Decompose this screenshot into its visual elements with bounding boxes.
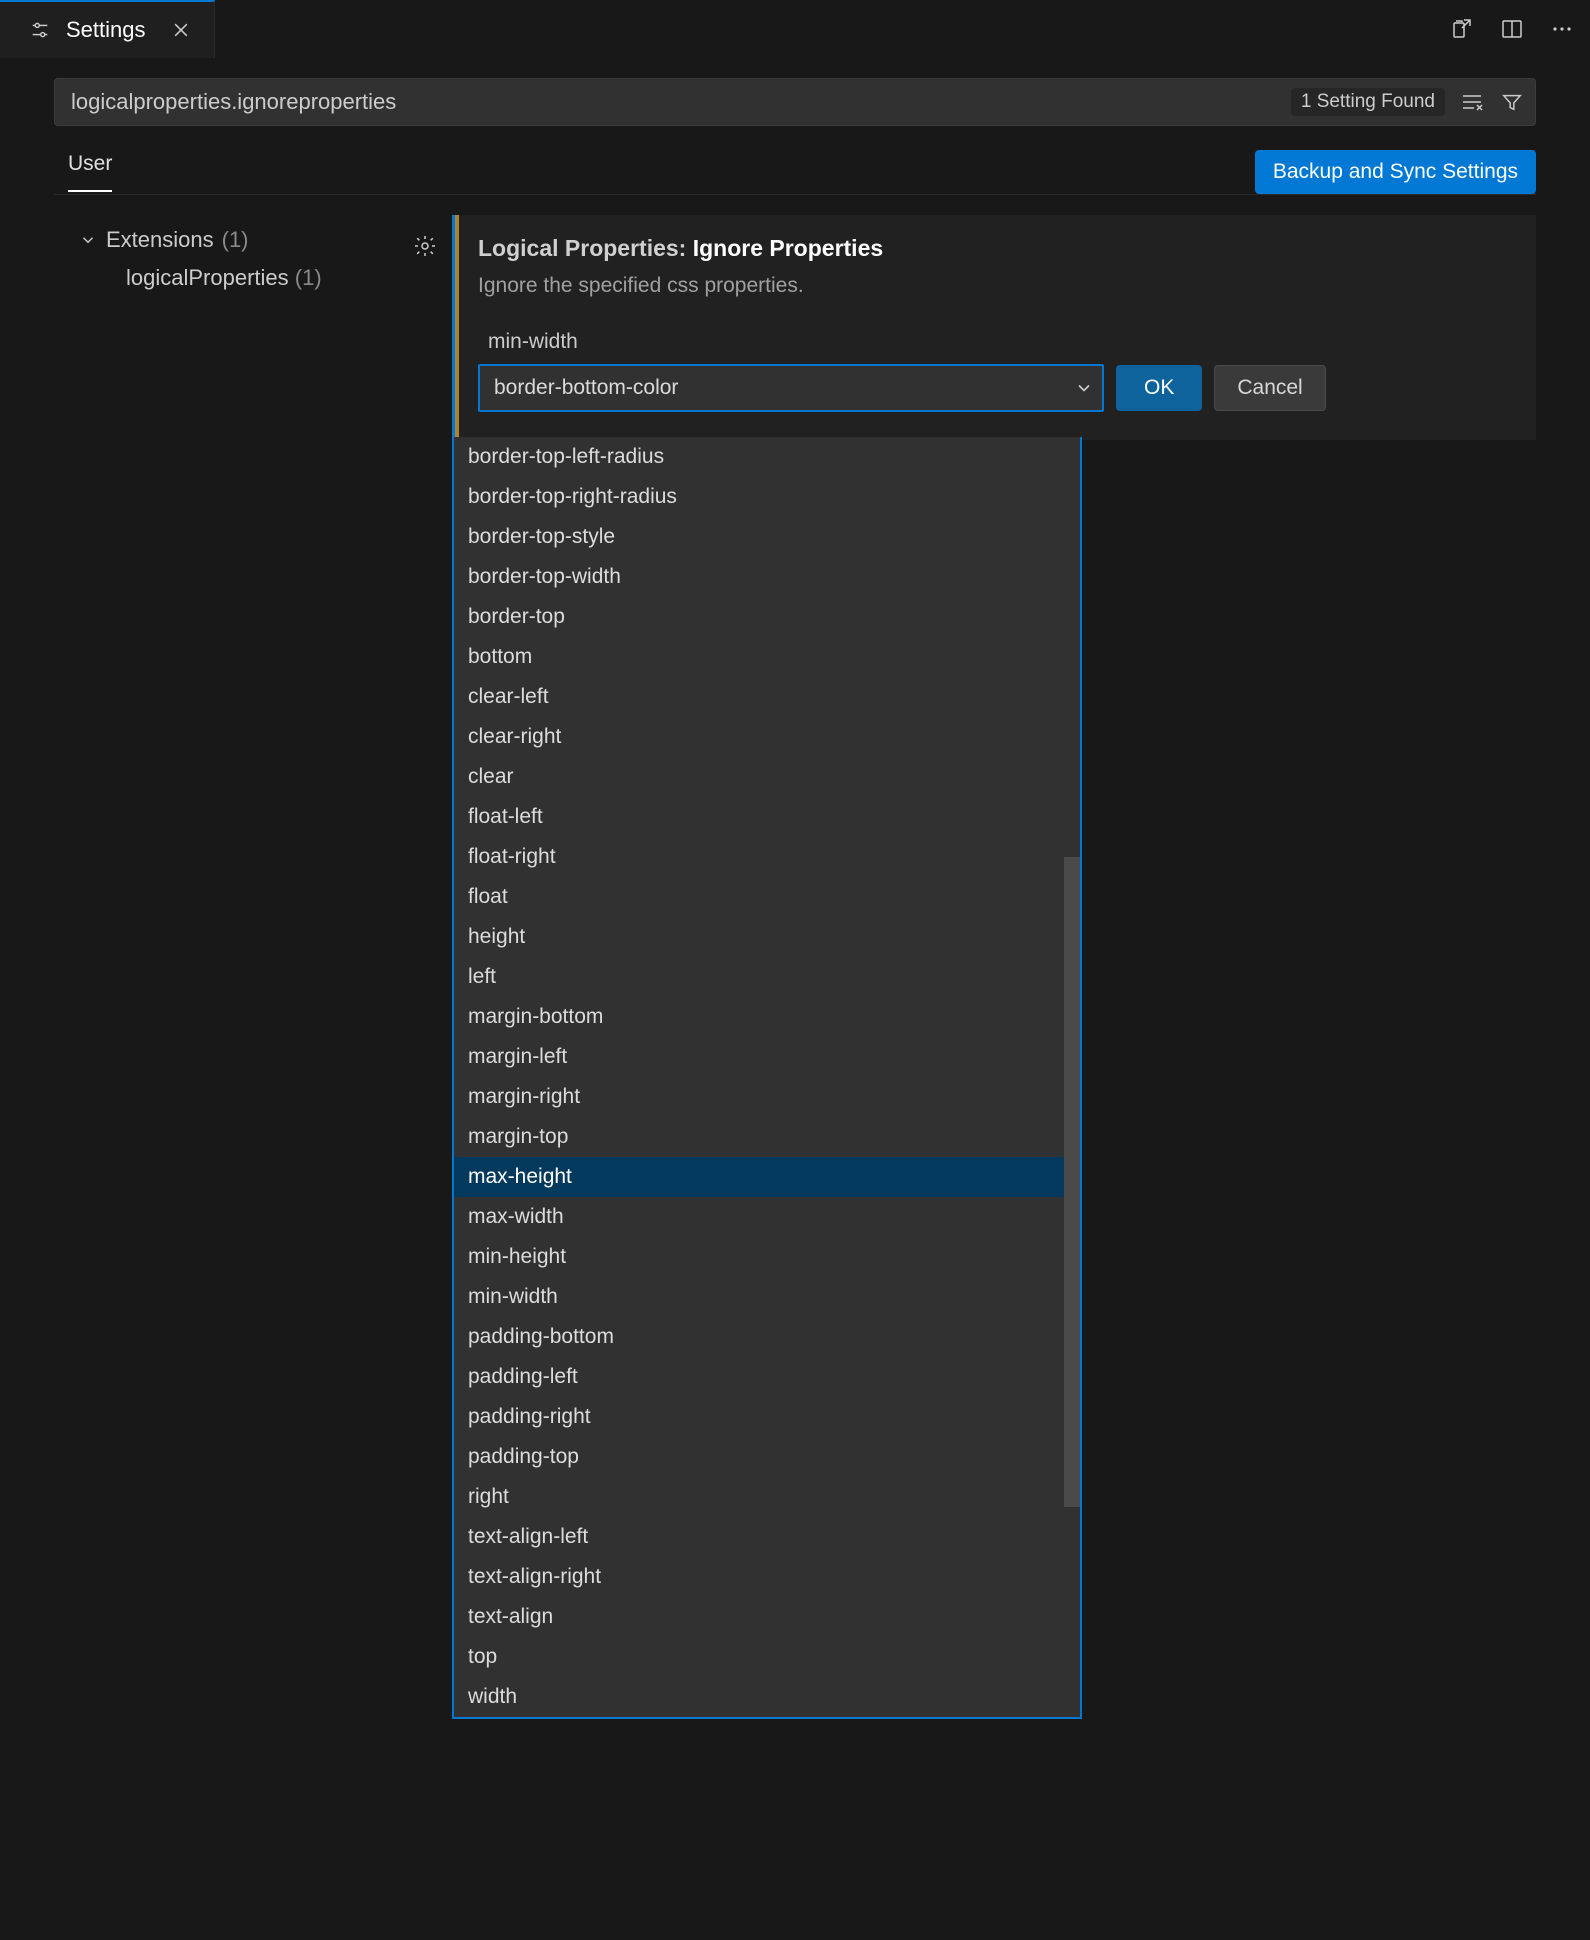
tree-item-count: (1) (295, 265, 322, 290)
more-actions-icon[interactable] (1548, 15, 1576, 43)
settings-tab[interactable]: Settings (0, 0, 215, 58)
dropdown-option[interactable]: float (454, 877, 1080, 917)
dropdown-option[interactable]: margin-left (454, 1037, 1080, 1077)
tab-label: Settings (66, 17, 146, 43)
close-icon[interactable] (168, 17, 194, 43)
dropdown-option[interactable]: min-height (454, 1237, 1080, 1277)
dropdown-option[interactable]: max-height (454, 1157, 1080, 1197)
gear-icon[interactable] (412, 233, 438, 259)
scope-divider (54, 194, 1536, 195)
dropdown-option[interactable]: border-top-right-radius (454, 477, 1080, 517)
dropdown-option[interactable]: text-align (454, 1597, 1080, 1637)
dropdown-option[interactable]: text-align-right (454, 1557, 1080, 1597)
dropdown-option[interactable]: padding-right (454, 1397, 1080, 1437)
tab-actions (1448, 0, 1576, 58)
dropdown-option[interactable]: text-align-left (454, 1517, 1080, 1557)
dropdown-option[interactable]: width (454, 1677, 1080, 1717)
split-editor-icon[interactable] (1498, 15, 1526, 43)
dropdown-option[interactable]: float-right (454, 837, 1080, 877)
search-result-badge: 1 Setting Found (1291, 88, 1445, 116)
settings-tree: Extensions (1) logicalProperties (1) (54, 215, 398, 440)
chevron-down-icon (78, 231, 98, 249)
filter-icon[interactable] (1495, 85, 1529, 119)
settings-content: 1 Setting Found User Backup and Sync Set… (0, 58, 1590, 440)
combo-input[interactable] (478, 364, 1104, 412)
tree-item-label: logicalProperties (126, 265, 289, 290)
settings-body: Extensions (1) logicalProperties (1) Log… (54, 215, 1536, 440)
dropdown-option[interactable]: border-top (454, 597, 1080, 637)
list-existing-item[interactable]: min-width (478, 322, 1510, 362)
setting-list: min-width OK Cancel (478, 322, 1510, 412)
dropdown-option[interactable]: max-width (454, 1197, 1080, 1237)
open-changes-icon[interactable] (1448, 15, 1476, 43)
dropdown-option[interactable]: height (454, 917, 1080, 957)
dropdown-option[interactable]: border-top-width (454, 557, 1080, 597)
dropdown-option[interactable]: padding-left (454, 1357, 1080, 1397)
tree-item-logicalproperties[interactable]: logicalProperties (1) (54, 259, 398, 297)
tree-group-label: Extensions (106, 227, 214, 253)
setting-card: Logical Properties: Ignore Properties Ig… (452, 215, 1536, 440)
dropdown-list: border-top-left-radiusborder-top-right-r… (454, 437, 1080, 1717)
tree-group-extensions[interactable]: Extensions (1) (54, 221, 398, 259)
settings-search-row: 1 Setting Found (54, 78, 1536, 126)
dropdown-option[interactable]: min-width (454, 1277, 1080, 1317)
backup-sync-button[interactable]: Backup and Sync Settings (1255, 150, 1536, 194)
dropdown-option[interactable]: clear (454, 757, 1080, 797)
clear-search-icon[interactable] (1455, 85, 1489, 119)
scope-tabs: User (54, 152, 112, 192)
setting-wrap: Logical Properties: Ignore Properties Ig… (398, 215, 1536, 440)
combo (478, 364, 1104, 412)
setting-name: Ignore Properties (693, 235, 883, 261)
setting-description: Ignore the specified css properties. (478, 274, 1510, 298)
dropdown-option[interactable]: margin-right (454, 1077, 1080, 1117)
setting-category: Logical Properties: (478, 235, 693, 261)
dropdown-option[interactable]: clear-left (454, 677, 1080, 717)
settings-icon (28, 18, 52, 42)
scrollbar-thumb[interactable] (1064, 857, 1080, 1507)
dropdown-option[interactable]: margin-bottom (454, 997, 1080, 1037)
dropdown-option[interactable]: border-top-style (454, 517, 1080, 557)
scope-row: User Backup and Sync Settings (54, 150, 1536, 194)
combo-row: OK Cancel (478, 364, 1510, 412)
dropdown-option[interactable]: float-left (454, 797, 1080, 837)
dropdown-option[interactable]: right (454, 1477, 1080, 1517)
dropdown-option[interactable]: left (454, 957, 1080, 997)
cancel-button[interactable]: Cancel (1214, 365, 1325, 411)
ok-button[interactable]: OK (1116, 365, 1202, 411)
dropdown-option[interactable]: margin-top (454, 1117, 1080, 1157)
dropdown-option[interactable]: border-top-left-radius (454, 437, 1080, 477)
combo-dropdown: border-top-left-radiusborder-top-right-r… (452, 437, 1082, 1719)
setting-title: Logical Properties: Ignore Properties (478, 235, 1510, 262)
settings-search-input[interactable] (55, 89, 1291, 115)
dropdown-option[interactable]: bottom (454, 637, 1080, 677)
dropdown-option[interactable]: padding-top (454, 1437, 1080, 1477)
scope-tab-user[interactable]: User (68, 152, 112, 192)
dropdown-option[interactable]: clear-right (454, 717, 1080, 757)
dropdown-option[interactable]: padding-bottom (454, 1317, 1080, 1357)
tab-bar: Settings (0, 0, 1590, 58)
dropdown-option[interactable]: top (454, 1637, 1080, 1677)
tree-group-count: (1) (222, 227, 249, 253)
